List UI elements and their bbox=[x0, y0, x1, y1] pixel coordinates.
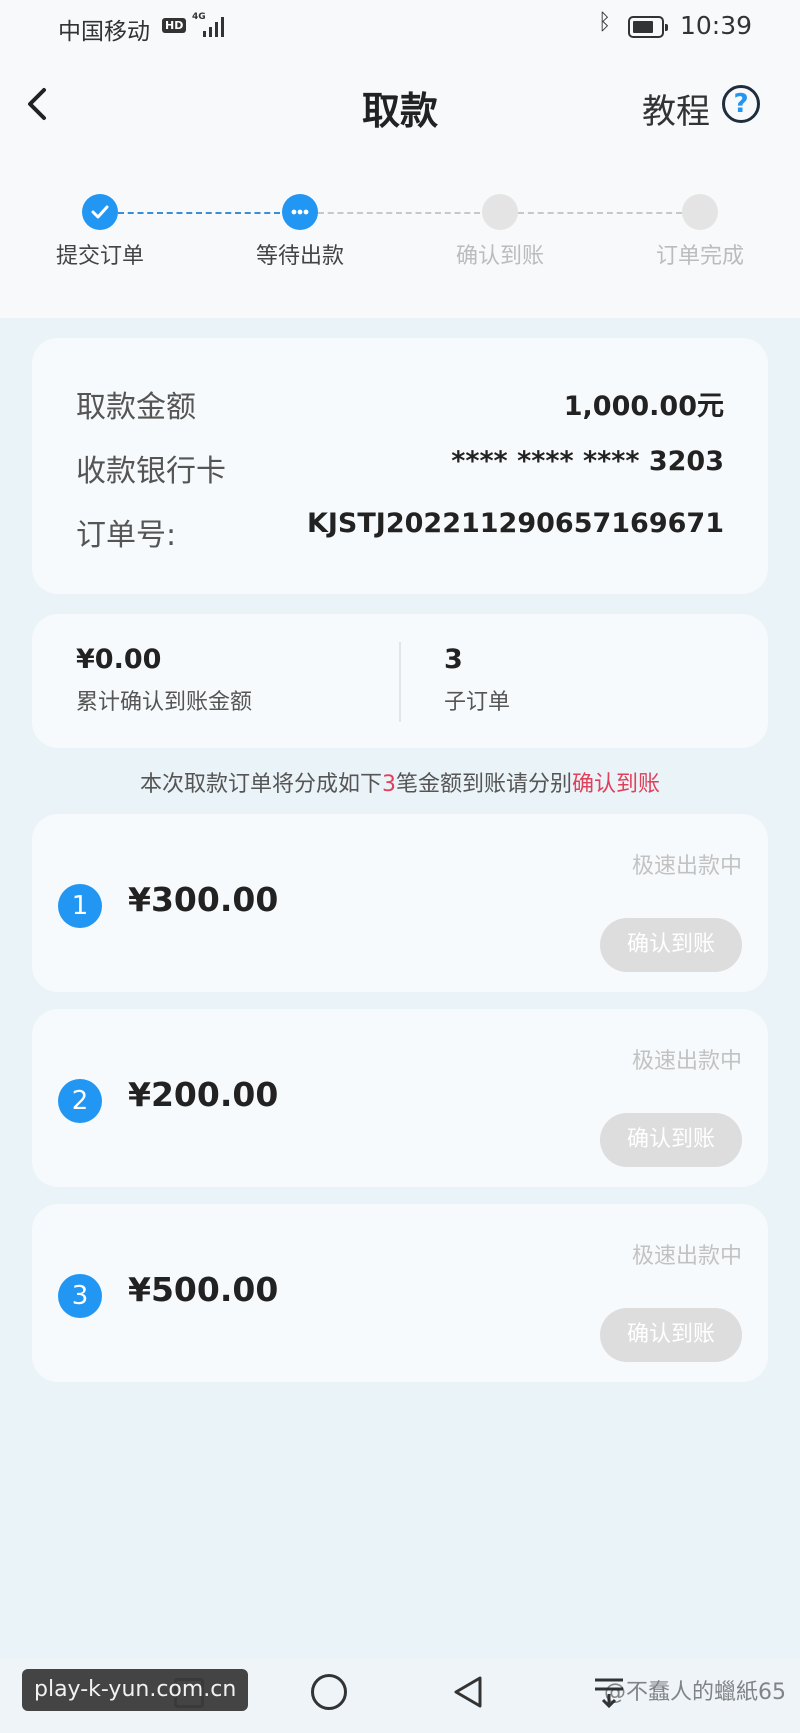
step-label: 订单完成 bbox=[655, 244, 744, 269]
hd-badge: HD bbox=[162, 18, 187, 33]
bluetooth-icon: ᛒ bbox=[598, 10, 612, 35]
confirmed-amount: ¥0.00 bbox=[76, 644, 162, 675]
sub-order-card: 1 ¥300.00 极速出款中 确认到账 bbox=[32, 814, 768, 992]
sub-order-label: 子订单 bbox=[444, 690, 511, 715]
confirm-receipt-button[interactable]: 确认到账 bbox=[600, 918, 742, 972]
order-amount: ¥300.00 bbox=[128, 880, 279, 919]
divider bbox=[399, 642, 401, 722]
order-index-badge: 2 bbox=[58, 1079, 102, 1123]
step-label: 提交订单 bbox=[55, 244, 144, 269]
step-label: 确认到账 bbox=[455, 244, 544, 269]
amount-label: 取款金额 bbox=[76, 390, 196, 425]
step-done-check-icon bbox=[82, 194, 118, 230]
notice-count: 3 bbox=[381, 772, 396, 797]
confirm-receipt-button[interactable]: 确认到账 bbox=[600, 1113, 742, 1167]
nav-back-icon[interactable] bbox=[450, 1674, 486, 1710]
sub-order-card: 2 ¥200.00 极速出款中 确认到账 bbox=[32, 1009, 768, 1187]
notice-text: 笔金额到账请分别 bbox=[395, 772, 572, 797]
tutorial-link[interactable]: 教程 bbox=[642, 84, 710, 133]
order-index-badge: 1 bbox=[58, 884, 102, 928]
order-number-label: 订单号: bbox=[76, 518, 177, 553]
step-connector bbox=[518, 212, 682, 214]
step-connector bbox=[118, 212, 280, 214]
confirmed-amount-label: 累计确认到账金额 bbox=[76, 690, 253, 715]
status-bar: 中国移动 HD 4G ᛒ 10:39 bbox=[0, 0, 800, 56]
watermark-left: play-k-yun.com.cn bbox=[22, 1669, 249, 1711]
signal-bars-icon bbox=[203, 17, 224, 37]
step-pending-dot bbox=[682, 194, 718, 230]
summary-card: ¥0.00 累计确认到账金额 3 子订单 bbox=[32, 614, 768, 748]
notice-action: 确认到账 bbox=[572, 772, 661, 797]
bank-card-label: 收款银行卡 bbox=[76, 454, 226, 489]
amount-value: 1,000.00元 bbox=[563, 391, 724, 422]
carrier-name: 中国移动 bbox=[58, 19, 150, 45]
bank-card-value: **** **** **** 3203 bbox=[451, 446, 724, 477]
step-label: 等待出款 bbox=[255, 244, 344, 269]
order-status: 极速出款中 bbox=[631, 854, 742, 879]
step-current-dots-icon bbox=[282, 194, 318, 230]
step-connector bbox=[318, 212, 480, 214]
order-amount: ¥500.00 bbox=[128, 1270, 279, 1309]
progress-stepper: 提交订单 等待出款 确认到账 订单完成 bbox=[0, 190, 800, 270]
step-pending-dot bbox=[482, 194, 518, 230]
confirm-receipt-button[interactable]: 确认到账 bbox=[600, 1308, 742, 1362]
order-number-value: KJSTJ20221129065716967‌1 bbox=[306, 508, 724, 539]
watermark-right: @不蠢人的蠟紙65 bbox=[604, 1680, 786, 1705]
order-status: 极速出款中 bbox=[631, 1244, 742, 1269]
split-notice: 本次取款订单将分成如下3笔金额到账请分别确认到账 bbox=[0, 766, 800, 798]
signal-indicator: HD 4G bbox=[162, 12, 226, 40]
order-status: 极速出款中 bbox=[631, 1049, 742, 1074]
order-amount: ¥200.00 bbox=[128, 1075, 279, 1114]
battery-icon bbox=[628, 16, 668, 38]
clock: 10:39 bbox=[680, 11, 753, 40]
help-icon[interactable]: ? bbox=[722, 85, 760, 123]
notice-text: 本次取款订单将分成如下 bbox=[139, 772, 382, 797]
sub-order-count: 3 bbox=[444, 644, 463, 675]
withdrawal-info-card: 取款金额 1,000.00元 收款银行卡 **** **** **** 3203… bbox=[32, 338, 768, 594]
home-icon[interactable] bbox=[311, 1674, 347, 1710]
order-index-badge: 3 bbox=[58, 1274, 102, 1318]
sub-order-card: 3 ¥500.00 极速出款中 确认到账 bbox=[32, 1204, 768, 1382]
